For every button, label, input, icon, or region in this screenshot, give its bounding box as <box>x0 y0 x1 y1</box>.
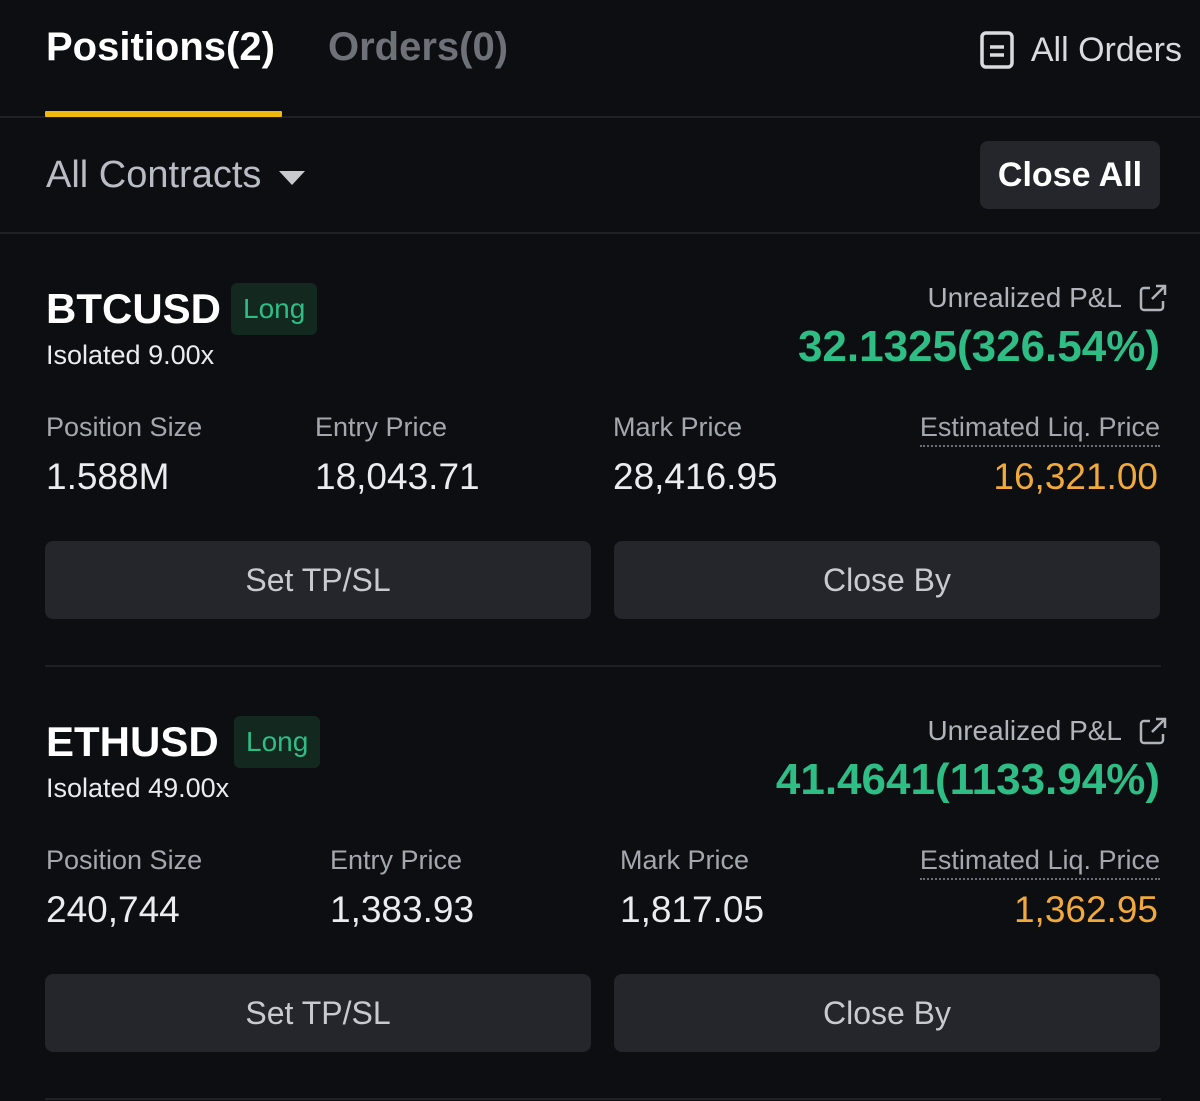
position-card-ethusd: ETHUSD Long Isolated 49.00x Unrealized P… <box>0 667 1200 1099</box>
caret-down-icon <box>279 170 306 185</box>
mark-price-value: 28,416.95 <box>613 456 778 497</box>
unrealized-pnl-value: 32.1325(326.54%) <box>797 322 1160 371</box>
set-tpsl-button[interactable]: Set TP/SL <box>45 974 591 1052</box>
unrealized-pnl-label: Unrealized P&L <box>927 715 1122 746</box>
liq-price-value: 1,362.95 <box>1013 889 1158 930</box>
all-orders-label: All Orders <box>1030 30 1182 69</box>
close-by-button[interactable]: Close By <box>614 541 1160 619</box>
entry-price-value: 18,043.71 <box>315 456 480 497</box>
unrealized-pnl-header: Unrealized P&L <box>927 715 1168 747</box>
margin-mode: Isolated 9.00x <box>46 340 215 370</box>
filter-bar: All Contracts Close All <box>0 118 1200 234</box>
liq-price-label[interactable]: Estimated Liq. Price <box>919 412 1160 447</box>
entry-price-label: Entry Price <box>315 412 448 442</box>
mark-price-label: Mark Price <box>613 412 743 442</box>
position-symbol: ETHUSD <box>46 718 219 765</box>
close-by-button[interactable]: Close By <box>614 974 1160 1052</box>
mark-price-label: Mark Price <box>620 845 750 875</box>
entry-price-label: Entry Price <box>330 845 463 875</box>
side-badge: Long <box>234 716 321 768</box>
position-symbol: BTCUSD <box>46 285 221 332</box>
contracts-dropdown-label: All Contracts <box>46 154 262 196</box>
mark-price-value: 1,817.05 <box>620 889 765 930</box>
position-size-value: 240,744 <box>46 889 180 930</box>
position-card-btcusd: BTCUSD Long Isolated 9.00x Unrealized P&… <box>0 234 1200 666</box>
position-size-label: Position Size <box>46 845 203 875</box>
tab-orders[interactable]: Orders(0) <box>328 22 508 72</box>
all-orders-link[interactable]: All Orders <box>979 26 1182 74</box>
liq-price-value: 16,321.00 <box>993 456 1158 497</box>
card-divider <box>45 1098 1161 1100</box>
contracts-dropdown[interactable]: All Contracts <box>46 154 307 197</box>
tab-positions[interactable]: Positions(2) <box>46 22 275 72</box>
unrealized-pnl-header: Unrealized P&L <box>927 282 1168 314</box>
share-external-icon[interactable] <box>1138 283 1168 313</box>
tab-bar: Positions(2) Orders(0) All Orders <box>0 0 1200 118</box>
side-badge: Long <box>231 283 318 335</box>
position-size-value: 1.588M <box>46 456 170 497</box>
unrealized-pnl-label: Unrealized P&L <box>927 282 1122 313</box>
active-tab-indicator <box>45 111 282 117</box>
margin-mode: Isolated 49.00x <box>46 773 230 803</box>
close-all-button[interactable]: Close All <box>980 141 1160 209</box>
position-size-label: Position Size <box>46 412 203 442</box>
unrealized-pnl-value: 41.4641(1133.94%) <box>775 755 1160 804</box>
set-tpsl-button[interactable]: Set TP/SL <box>45 541 591 619</box>
share-external-icon[interactable] <box>1138 716 1168 746</box>
liq-price-label[interactable]: Estimated Liq. Price <box>919 845 1160 880</box>
document-list-icon <box>980 31 1014 69</box>
entry-price-value: 1,383.93 <box>330 889 475 930</box>
